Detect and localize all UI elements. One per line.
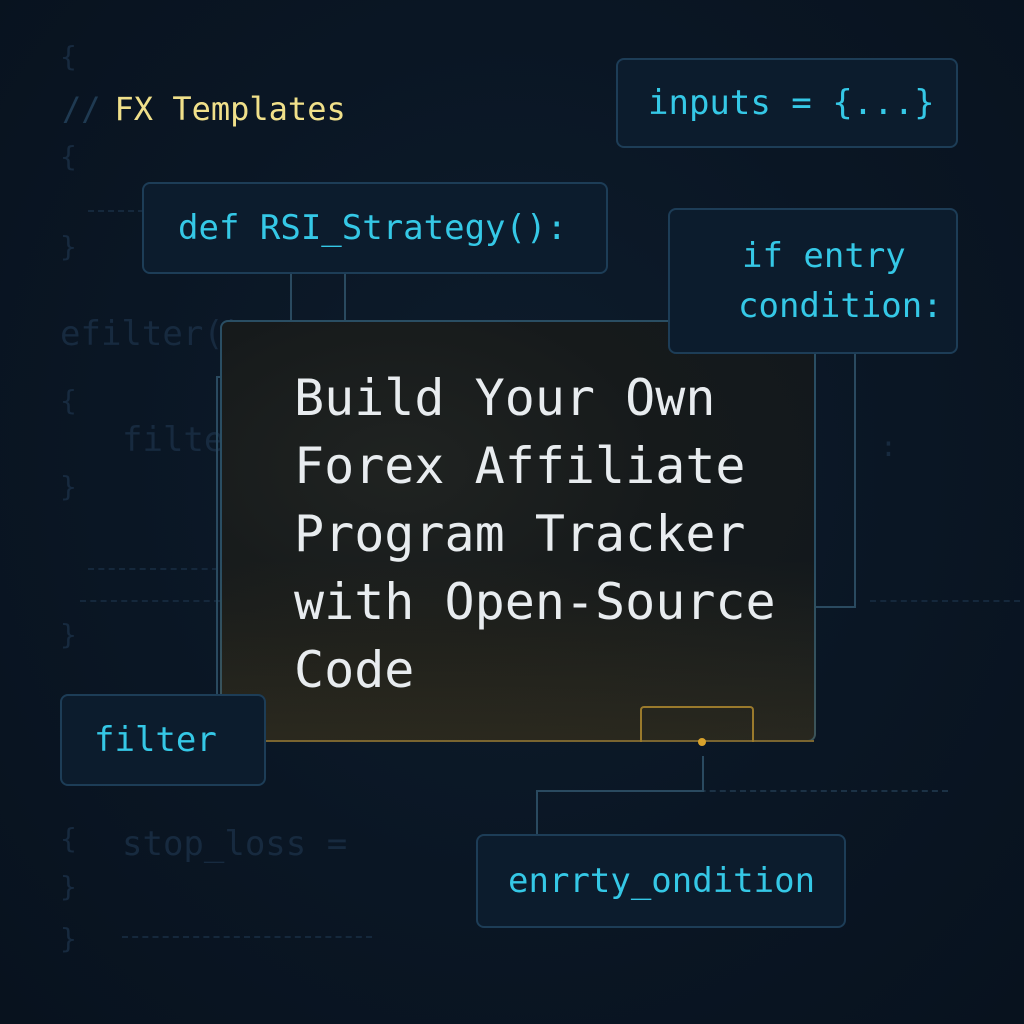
brand: // FX Templates <box>62 90 346 128</box>
page-title: Build Your Own Forex Affiliate Program T… <box>294 364 794 704</box>
title-line: Program Tracker <box>294 505 746 563</box>
connector-line <box>854 354 856 608</box>
title-line: Build Your Own <box>294 369 716 427</box>
ghost-dash <box>88 210 144 212</box>
connector-line <box>536 790 704 792</box>
entry-condition-var-chip: enrrty_ondition <box>476 834 846 928</box>
ghost-brace: } <box>60 470 77 503</box>
title-line: Code <box>294 641 415 699</box>
ghost-brace: } <box>60 922 77 955</box>
entry-condition-line2: condition: <box>738 286 943 326</box>
ghost-brace: } <box>60 870 77 903</box>
ghost-brace: { <box>60 822 77 855</box>
inputs-chip-label: inputs = {...} <box>648 83 935 123</box>
ghost-code-efilter: efilter() <box>60 314 245 354</box>
entry-condition-line1: if entry <box>742 236 906 276</box>
ghost-brace: { <box>60 384 77 417</box>
gold-dot <box>698 738 706 746</box>
filter-chip-label: filter <box>94 720 217 760</box>
panel-gold-tab <box>640 706 754 742</box>
comment-slashes: // <box>62 90 101 128</box>
ghost-code-filte: filte <box>122 420 225 460</box>
connector-line <box>216 376 218 694</box>
ghost-brace: } <box>60 230 77 263</box>
def-strategy-chip-label: def RSI_Strategy(): <box>178 208 567 248</box>
ghost-dash <box>122 936 372 938</box>
connector-line <box>814 606 856 608</box>
title-line: Forex Affiliate <box>294 437 746 495</box>
title-line: with Open-Source <box>294 573 776 631</box>
ghost-brace: } <box>60 618 77 651</box>
ghost-dash <box>870 600 1020 602</box>
brand-label: FX Templates <box>114 90 346 128</box>
filter-chip: filter <box>60 694 266 786</box>
hero-canvas: { { } efilter() { filte } } : { stop_los… <box>0 0 1024 1024</box>
connector-line <box>702 756 704 790</box>
entry-condition-chip: if entry condition: <box>668 208 958 354</box>
ghost-brace: { <box>60 140 77 173</box>
ghost-dash <box>88 568 218 570</box>
connector-line <box>344 272 346 322</box>
def-strategy-chip: def RSI_Strategy(): <box>142 182 608 274</box>
ghost-brace: { <box>60 40 77 73</box>
ghost-code-stop-loss: stop_loss = <box>122 824 348 864</box>
inputs-chip: inputs = {...} <box>616 58 958 148</box>
connector-line <box>536 790 538 834</box>
connector-line <box>290 272 292 322</box>
ghost-dash <box>80 600 220 602</box>
entry-condition-var-label: enrrty_ondition <box>508 861 816 901</box>
ghost-brace: : <box>880 430 897 463</box>
